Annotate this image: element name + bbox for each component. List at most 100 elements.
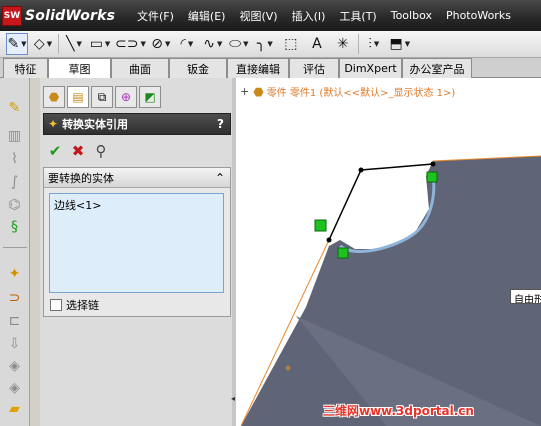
chevron-down-icon[interactable]: ▼	[165, 40, 170, 48]
spline-button[interactable]: ∿ ▼	[202, 33, 224, 55]
ok-button[interactable]: ✔	[46, 142, 64, 160]
chevron-down-icon[interactable]: ▼	[77, 40, 82, 48]
construction-geometry-button[interactable]: ⬚	[280, 33, 302, 55]
group-header[interactable]: 要转换的实体 ⌃	[44, 168, 230, 188]
select-chain-checkbox[interactable]	[50, 299, 62, 311]
endpoint-handle[interactable]	[337, 247, 349, 259]
loft-icon[interactable]: ⌬	[5, 195, 24, 214]
chevron-down-icon[interactable]: ▼	[217, 40, 222, 48]
sketch-icon[interactable]: ✎	[5, 98, 24, 117]
list-item[interactable]: 边线<1>	[54, 197, 219, 213]
smart-dimension-icon: ◇	[33, 36, 45, 52]
feature-manager-icon: ⬣	[48, 90, 60, 104]
menu-file[interactable]: 文件(F)	[137, 8, 174, 24]
toolbar-separator	[3, 247, 27, 248]
tab-evaluate[interactable]: 评估	[289, 58, 339, 78]
pushpin-button[interactable]: ⚲	[92, 142, 110, 160]
feature-tree-root[interactable]: 零件 零件1 (默认<<默认>_显示状态 1>)	[267, 84, 456, 99]
mirror-icon: ⫶	[368, 36, 372, 52]
property-manager-title: 转换实体引用	[62, 118, 129, 131]
dimxpert-manager-icon: ⊕	[120, 90, 132, 104]
folder-icon[interactable]: ▰	[5, 399, 24, 418]
chevron-down-icon[interactable]: ▼	[405, 40, 410, 48]
menu-tools[interactable]: 工具(T)	[339, 8, 376, 24]
rectangle-icon: ▭	[89, 36, 103, 52]
expand-icon[interactable]: +	[240, 85, 249, 98]
feature-tree-flyout[interactable]: + ⬣ 零件 零件1 (默认<<默认>_显示状态 1>)	[240, 84, 456, 100]
line-button[interactable]: ╲ ▼	[63, 33, 85, 55]
graphics-area[interactable]: + ⬣ 零件 零件1 (默认<<默认>_显示状态 1>)	[236, 78, 541, 426]
toolbar-separator	[58, 34, 59, 54]
chevron-down-icon[interactable]: ▼	[188, 40, 193, 48]
revolve-icon[interactable]: ⌇	[5, 149, 24, 168]
help-icon[interactable]: ?	[217, 117, 224, 131]
ellipse-button[interactable]: ⬭ ▼	[228, 33, 250, 55]
tab-surfaces[interactable]: 曲面	[111, 58, 169, 78]
endpoint-handle[interactable]	[426, 171, 438, 183]
configuration-manager-tab[interactable]: ⧉	[91, 86, 113, 108]
sketch-point[interactable]	[358, 167, 364, 173]
collapse-icon[interactable]: ⌃	[215, 171, 225, 185]
chevron-down-icon[interactable]: ▼	[267, 40, 272, 48]
slot-button[interactable]: ⊂⊃ ▼	[115, 33, 146, 55]
copy-entities-icon[interactable]: ◈	[5, 378, 24, 397]
tab-sheet-metal[interactable]: 钣金	[169, 58, 227, 78]
menu-view[interactable]: 视图(V)	[239, 8, 277, 24]
tab-dimxpert[interactable]: DimXpert	[339, 58, 402, 78]
extend-icon[interactable]: ⇩	[5, 334, 24, 353]
tab-sketch[interactable]: 草图	[48, 58, 111, 79]
endpoint-handle[interactable]	[314, 219, 327, 232]
display-manager-icon: ◩	[144, 90, 156, 104]
select-chain-option[interactable]: 选择链	[50, 297, 99, 313]
convert-entities-icon: ✦	[48, 117, 59, 131]
menu-insert[interactable]: 插入(I)	[292, 8, 326, 24]
feature-manager-tab[interactable]: ⬣	[43, 86, 65, 108]
display-style-button[interactable]: ⬒ ▼	[389, 33, 411, 55]
tab-direct-editing[interactable]: 直接编辑	[227, 58, 289, 78]
arc-button[interactable]: ◜ ▼	[176, 33, 198, 55]
group-title: 要转换的实体	[48, 171, 114, 185]
solidworks-logo-icon: SW	[2, 5, 22, 26]
entities-to-convert-group: 要转换的实体 ⌃ 边线<1> 选择链	[43, 167, 231, 317]
sketch-button[interactable]: ✎ ▼	[6, 33, 28, 55]
sketch-point[interactable]	[430, 161, 436, 167]
app-logo: SW SolidWorks	[2, 3, 128, 28]
menu-photoworks[interactable]: PhotoWorks	[446, 9, 511, 22]
chevron-down-icon[interactable]: ▼	[105, 40, 110, 48]
pushpin-icon: ⚲	[95, 142, 107, 160]
fillet-button[interactable]: ╮ ▼	[254, 33, 276, 55]
circle-button[interactable]: ⊘ ▼	[150, 33, 172, 55]
helix-icon[interactable]: §	[5, 217, 24, 236]
selection-listbox[interactable]: 边线<1>	[49, 193, 224, 293]
menu-toolbox[interactable]: Toolbox	[391, 9, 432, 22]
model-view[interactable]	[236, 78, 541, 426]
tab-features[interactable]: 特征	[3, 58, 48, 78]
tab-office-products[interactable]: 办公室产品	[402, 58, 472, 78]
cancel-button[interactable]: ✖	[69, 142, 87, 160]
chevron-down-icon[interactable]: ▼	[21, 40, 26, 48]
sketch-point[interactable]	[326, 237, 332, 243]
collapse-arrow-icon[interactable]: ◂	[231, 394, 235, 403]
sweep-icon[interactable]: ∫	[5, 172, 24, 191]
smart-dimension-button[interactable]: ◇ ▼	[32, 33, 54, 55]
chevron-down-icon[interactable]: ▼	[243, 40, 248, 48]
rectangle-button[interactable]: ▭ ▼	[89, 33, 111, 55]
mirror-button[interactable]: ⫶ ▼	[363, 33, 385, 55]
chevron-down-icon[interactable]: ▼	[47, 40, 52, 48]
menu-edit[interactable]: 编辑(E)	[188, 8, 226, 24]
chevron-down-icon[interactable]: ▼	[374, 40, 379, 48]
left-vertical-toolbar: ✎ ▥ ⌇ ∫ ⌬ § ✦ ⊃ ⊏ ⇩ ◈ ◈ ▰	[0, 78, 30, 426]
convert-entities-icon[interactable]: ✦	[5, 264, 24, 283]
extrude-icon[interactable]: ▥	[5, 126, 24, 145]
dimxpert-manager-tab[interactable]: ⊕	[115, 86, 137, 108]
point-button[interactable]: ✳	[332, 33, 354, 55]
trim-icon[interactable]: ⊏	[5, 311, 24, 330]
ellipse-icon: ⬭	[229, 36, 242, 52]
property-manager-tab[interactable]: ▤	[67, 86, 89, 108]
display-style-icon: ⬒	[389, 36, 403, 52]
offset-entities-icon[interactable]: ⊃	[5, 288, 24, 307]
chevron-down-icon[interactable]: ▼	[140, 40, 145, 48]
move-entities-icon[interactable]: ◈	[5, 356, 24, 375]
display-manager-tab[interactable]: ◩	[139, 86, 161, 108]
text-button[interactable]: A	[306, 33, 328, 55]
